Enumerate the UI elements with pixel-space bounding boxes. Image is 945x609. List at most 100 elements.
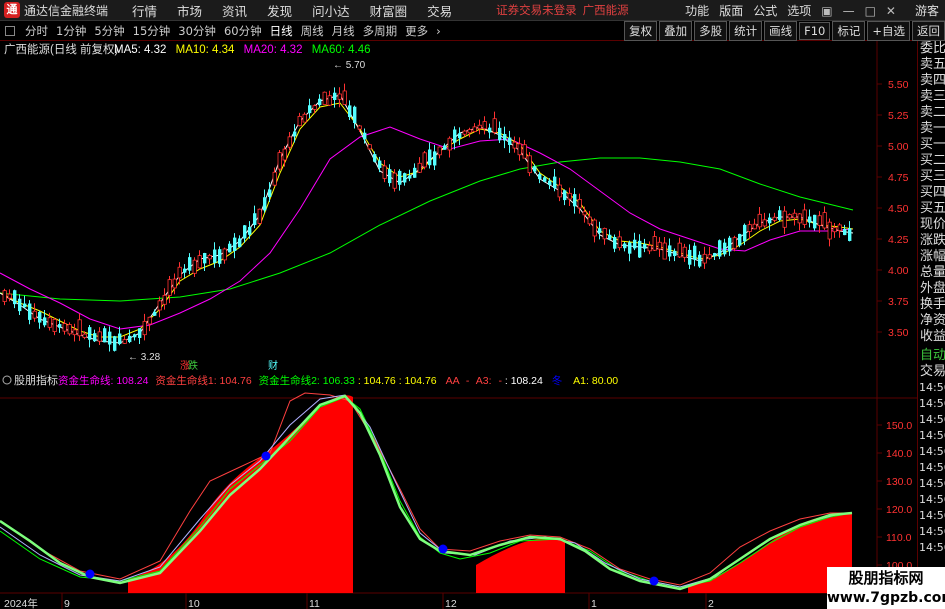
- finance-marker[interactable]: 财: [268, 359, 278, 372]
- price-tick-label: 3.75: [888, 296, 909, 308]
- candle-body: [122, 339, 127, 344]
- menu-function[interactable]: 功能: [680, 2, 714, 19]
- auto-toggle[interactable]: 自动: [918, 348, 945, 364]
- period-weekly[interactable]: 周线: [297, 23, 328, 39]
- menu-discover[interactable]: 发现: [257, 1, 302, 20]
- candle-body: [257, 208, 262, 224]
- main-chart-header: 广西能源(日线 前复权): [4, 42, 119, 56]
- period-15min[interactable]: 15分钟: [129, 23, 175, 39]
- candle-body: [673, 250, 677, 257]
- menu-trade[interactable]: 交易: [417, 1, 462, 20]
- overlay-button[interactable]: 叠加: [659, 21, 693, 41]
- candle-body: [447, 137, 452, 151]
- candle-body: [827, 221, 832, 240]
- period-1min[interactable]: 1分钟: [52, 23, 90, 39]
- maximize-icon[interactable]: □: [860, 4, 881, 18]
- adjust-button[interactable]: 复权: [624, 21, 658, 41]
- add-watchlist-button[interactable]: +自选: [867, 21, 910, 41]
- candle-body: [472, 126, 477, 132]
- skin-icon[interactable]: ▣: [816, 4, 837, 18]
- candle-body: [403, 173, 407, 183]
- candle-body: [762, 219, 767, 227]
- candle-body: [373, 154, 377, 162]
- menu-quotes[interactable]: 行情: [122, 1, 167, 20]
- period-intraday[interactable]: 分时: [21, 23, 52, 39]
- menu-layout[interactable]: 版面: [714, 2, 748, 19]
- indicator-axis: 150.0140.0130.0120.0110.0100.0: [877, 420, 912, 572]
- candle-body: [413, 167, 417, 178]
- candle-body: [723, 242, 727, 255]
- candle-body: [527, 155, 532, 174]
- stock-name-title: 广西能源: [582, 3, 629, 17]
- candle-body: [652, 236, 657, 251]
- period-60min[interactable]: 60分钟: [220, 23, 266, 39]
- back-button[interactable]: 返回: [912, 21, 945, 41]
- side-bid2: 买二: [920, 153, 945, 168]
- side-eps: 收益: [920, 329, 945, 344]
- x-label-oct: 10: [188, 598, 200, 609]
- candle-body: [28, 303, 32, 320]
- period-monthly[interactable]: 月线: [328, 23, 359, 39]
- menu-options[interactable]: 选项: [782, 2, 816, 19]
- mark-button[interactable]: 标记: [832, 21, 866, 41]
- side-change-pct: 涨幅: [920, 249, 945, 264]
- menu-news[interactable]: 资讯: [212, 1, 257, 20]
- candle-body: [157, 300, 162, 311]
- price-tick-label: 3.50: [888, 327, 909, 339]
- period-toggle-icon[interactable]: [5, 25, 15, 36]
- tick-time: 14:56: [919, 381, 945, 394]
- candle-body: [598, 228, 602, 233]
- f10-button[interactable]: F10: [799, 22, 831, 40]
- candle-body: [698, 254, 702, 267]
- menu-market[interactable]: 市场: [167, 1, 212, 20]
- close-icon[interactable]: ✕: [881, 4, 901, 18]
- tick-time: 14:56: [919, 397, 945, 410]
- candlesticks[interactable]: [2, 83, 852, 352]
- candle-body: [318, 98, 322, 106]
- candle-body: [153, 311, 157, 316]
- indicator-name[interactable]: 股朋指标: [14, 373, 58, 387]
- side-bid3: 买三: [920, 169, 945, 184]
- period-more[interactable]: 更多: [401, 23, 432, 39]
- period-daily[interactable]: 日线: [266, 23, 297, 39]
- candle-body: [517, 143, 522, 156]
- minimize-icon[interactable]: —: [838, 4, 860, 18]
- candle-body: [337, 93, 342, 100]
- candle-body: [657, 241, 662, 250]
- candle-body: [538, 174, 542, 180]
- period-5min[interactable]: 5分钟: [90, 23, 128, 39]
- chart-area[interactable]: 广西能源(日线 前复权) MA5: 4.32 MA10: 4.34 MA20: …: [0, 41, 917, 609]
- candle-body: [268, 189, 272, 198]
- candle-body: [728, 237, 732, 252]
- price-axis: 5.50 5.25 5.00 4.75 4.50 4.25 4.00 3.75 3.50: [877, 79, 909, 339]
- draw-line-button[interactable]: 画线: [764, 21, 798, 41]
- stats-button[interactable]: 统计: [729, 21, 763, 41]
- candle-body: [428, 149, 432, 166]
- candle-body: [417, 162, 422, 173]
- candle-body: [563, 190, 567, 201]
- menu-wealth[interactable]: 财富圈: [360, 1, 418, 20]
- period-30min[interactable]: 30分钟: [174, 23, 220, 39]
- candle-body: [128, 335, 132, 343]
- login-status[interactable]: 证券交易未登录: [496, 2, 577, 18]
- candle-body: [567, 192, 572, 200]
- side-ask2: 卖二: [920, 105, 945, 120]
- indicator-tick-label: 150.0: [886, 420, 912, 432]
- menu-assistant[interactable]: 问小达: [302, 1, 360, 20]
- candle-body: [592, 219, 597, 237]
- candle-body: [322, 91, 327, 105]
- candle-body: [238, 238, 242, 248]
- guest-user[interactable]: 游客: [915, 2, 939, 19]
- candle-body: [162, 294, 167, 305]
- watermark: 股朋指标网 www.7gpzb.com: [827, 567, 945, 609]
- candle-body: [498, 127, 502, 141]
- candle-body: [747, 224, 752, 232]
- multi-stock-button[interactable]: 多股: [694, 21, 728, 41]
- limit-down-marker[interactable]: 跌: [188, 359, 198, 372]
- candle-body: [183, 268, 187, 273]
- candle-body: [433, 151, 437, 166]
- indicator-settings-icon[interactable]: [2, 375, 12, 385]
- period-multi[interactable]: 多周期: [359, 23, 402, 39]
- menu-formula[interactable]: 公式: [748, 2, 782, 19]
- chevron-right-icon[interactable]: ›: [432, 24, 445, 38]
